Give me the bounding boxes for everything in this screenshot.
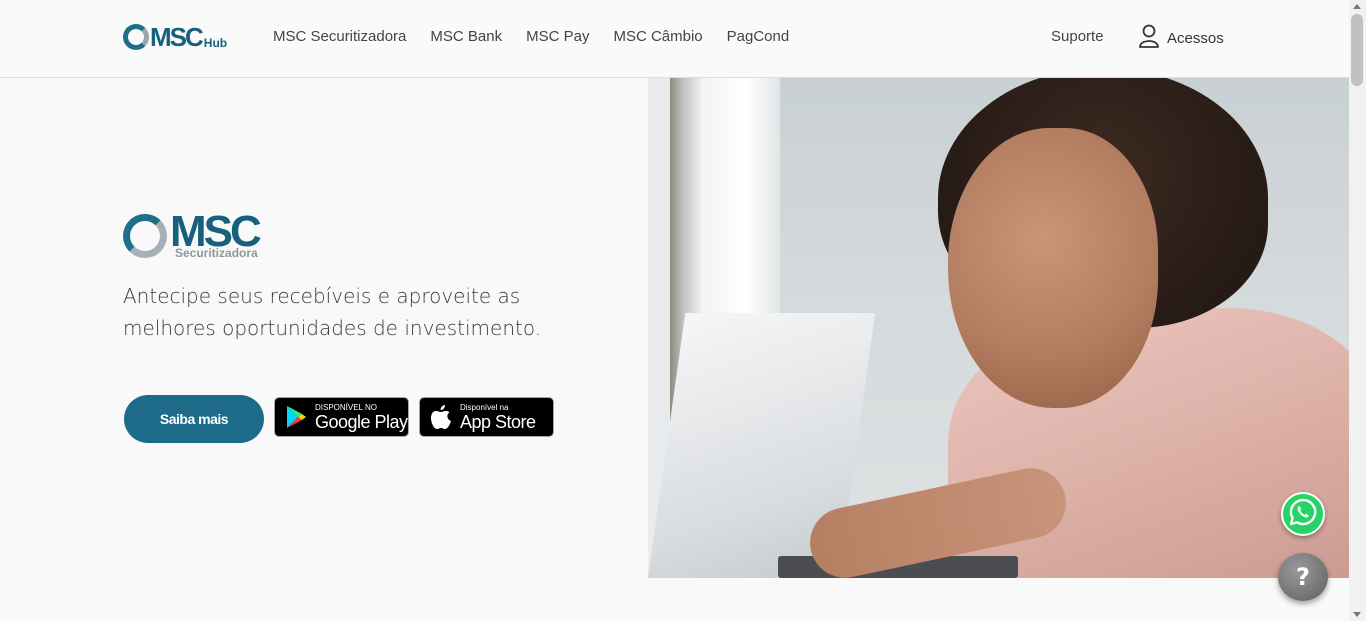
logo-text: MSC: [150, 22, 204, 52]
user-icon: [1138, 24, 1160, 52]
msc-hub-logo[interactable]: MSC Hub: [123, 20, 227, 50]
hero-photo: [648, 78, 1349, 578]
page-scrollbar[interactable]: [1349, 0, 1366, 621]
scroll-thumb[interactable]: [1351, 14, 1363, 86]
help-question-mark: ?: [1296, 563, 1310, 591]
nav-msc-securitizadora[interactable]: MSC Securitizadora: [273, 28, 406, 45]
app-store-small-text: Disponível na: [460, 402, 509, 412]
whatsapp-button[interactable]: [1281, 492, 1325, 536]
hero-headline: Antecipe seus recebíveis e aproveite as …: [123, 284, 542, 340]
google-play-icon: [284, 404, 308, 430]
saiba-mais-button[interactable]: Saiba mais: [124, 395, 264, 443]
nav-pagcond[interactable]: PagCond: [727, 28, 790, 45]
brand-ring-icon: [123, 214, 167, 258]
google-play-big-text: Google Play: [315, 411, 408, 432]
nav-msc-bank[interactable]: MSC Bank: [430, 28, 502, 45]
msc-securitizadora-logo: MSC Securitizadora: [123, 210, 273, 262]
scroll-down-arrow-icon[interactable]: [1353, 612, 1361, 617]
google-play-small-text: DISPONÍVEL NO: [315, 402, 377, 412]
access-button[interactable]: Acessos: [1138, 24, 1224, 52]
support-link[interactable]: Suporte: [1051, 28, 1104, 45]
nav-msc-cambio[interactable]: MSC Câmbio: [613, 28, 702, 45]
brand-subtitle: Securitizadora: [175, 246, 258, 260]
apple-icon: [429, 404, 453, 430]
help-button[interactable]: ?: [1278, 553, 1328, 601]
top-navbar: MSC Hub MSC Securitizadora MSC Bank MSC …: [0, 0, 1349, 78]
google-play-badge[interactable]: DISPONÍVEL NO Google Play: [274, 397, 409, 437]
scroll-up-arrow-icon[interactable]: [1353, 4, 1361, 9]
app-store-badge[interactable]: Disponível na App Store: [419, 397, 554, 437]
logo-ring-icon: [123, 24, 149, 50]
main-nav: MSC Securitizadora MSC Bank MSC Pay MSC …: [273, 28, 789, 45]
whatsapp-icon: [1288, 497, 1318, 531]
nav-msc-pay[interactable]: MSC Pay: [526, 28, 589, 45]
access-label: Acessos: [1167, 29, 1224, 47]
logo-suffix: Hub: [203, 36, 228, 50]
app-store-big-text: App Store: [460, 411, 536, 432]
